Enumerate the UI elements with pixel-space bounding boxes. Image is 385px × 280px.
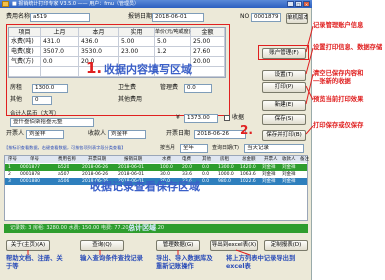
- line-export: [235, 249, 251, 256]
- line-account: [305, 25, 314, 53]
- annotation-lines: [27, 25, 314, 256]
- line-settings: [305, 47, 314, 75]
- line-save: [305, 125, 314, 135]
